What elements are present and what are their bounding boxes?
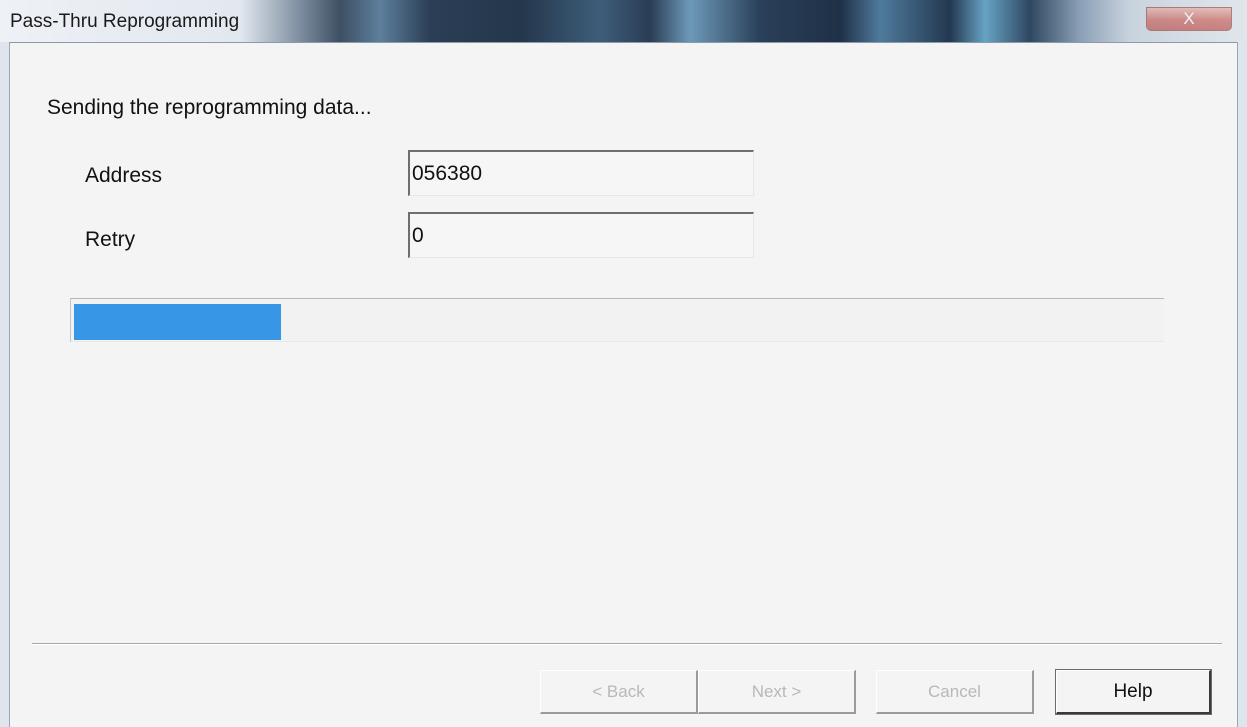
help-button[interactable]: Help — [1055, 669, 1212, 715]
title-bar[interactable]: Pass-Thru Reprogramming X — [0, 0, 1247, 43]
back-button[interactable]: < Back — [540, 670, 698, 714]
retry-field[interactable]: 0 — [408, 212, 754, 258]
progress-bar — [70, 298, 1164, 342]
reprogramming-dialog: Pass-Thru Reprogramming X Sending the re… — [0, 0, 1247, 727]
cancel-button[interactable]: Cancel — [876, 670, 1034, 714]
address-field[interactable]: 056380 — [408, 150, 754, 196]
window-title: Pass-Thru Reprogramming — [10, 11, 240, 32]
window-frame-right — [1237, 42, 1247, 727]
button-separator — [32, 643, 1222, 645]
next-button[interactable]: Next > — [698, 670, 856, 714]
progress-bar-fill — [74, 304, 281, 340]
retry-label: Retry — [85, 228, 136, 251]
window-frame-left — [0, 42, 10, 727]
status-message: Sending the reprogramming data... — [47, 96, 372, 119]
close-icon[interactable]: X — [1146, 7, 1232, 31]
address-label: Address — [85, 164, 163, 187]
